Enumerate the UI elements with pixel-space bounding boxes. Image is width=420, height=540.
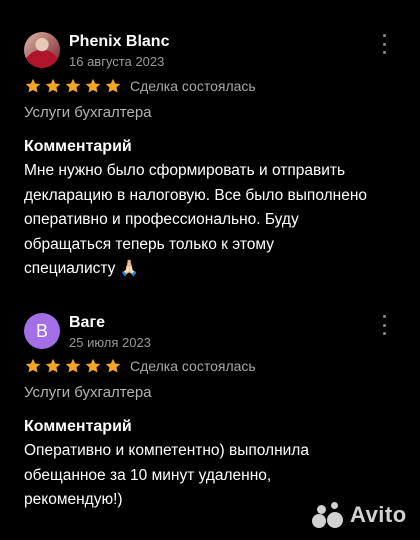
deal-status: Сделка состоялась	[130, 78, 256, 94]
avatar[interactable]	[24, 32, 60, 68]
comment-line: обращаться теперь только к этому	[24, 235, 274, 253]
star-icon	[65, 78, 81, 93]
more-vertical-icon[interactable]	[378, 34, 390, 54]
review-date: 25 июля 2023	[69, 335, 151, 350]
author-name[interactable]: Phenix Blanc	[69, 33, 169, 51]
service-name: Услуги бухгалтера	[24, 384, 152, 401]
review-header: В Ваге 25 июля 2023	[0, 313, 420, 350]
star-icon	[45, 358, 61, 373]
star-icon	[105, 78, 121, 93]
comment-line: Оперативно и компетентно) выполнила	[24, 442, 309, 459]
avito-watermark: Avito	[312, 500, 407, 530]
author-name[interactable]: Ваге	[69, 314, 105, 332]
star-icon	[25, 358, 41, 373]
deal-status: Сделка состоялась	[130, 358, 256, 374]
comment-line: декларацию в налоговую. Все было выполне…	[24, 186, 367, 204]
watermark-text: Avito	[350, 502, 407, 527]
review-header: Phenix Blanc 16 августа 2023	[0, 32, 420, 69]
comment-title: Комментарий	[24, 418, 132, 435]
comment-title: Комментарий	[24, 138, 132, 155]
star-icon	[65, 358, 81, 373]
service-name: Услуги бухгалтера	[24, 104, 152, 121]
star-icon	[85, 78, 101, 93]
review-card: Phenix Blanc 16 августа 2023 Сделка сост…	[0, 32, 420, 277]
star-icon	[85, 358, 101, 373]
comment-line: оперативно и профессионально. Буду	[24, 211, 299, 228]
comment-text: Мне нужно было сформировать и отправить …	[24, 159, 369, 282]
comment-line: обещанное за 10 минут удаленно,	[24, 466, 272, 484]
review-card: В Ваге 25 июля 2023 Сделка состоялась Ус…	[0, 313, 420, 508]
more-vertical-icon[interactable]	[378, 315, 390, 335]
star-rating	[24, 77, 122, 95]
comment-line: Мне нужно было сформировать и отправить	[24, 162, 346, 179]
comment-line: специалисту 🙏🏻	[24, 260, 140, 277]
star-icon	[45, 78, 61, 93]
star-icon	[25, 78, 41, 93]
avito-logo-icon	[312, 502, 344, 528]
star-icon	[105, 358, 121, 373]
rating-row: Сделка состоялась	[24, 76, 256, 96]
star-rating	[24, 357, 122, 375]
avatar[interactable]: В	[24, 313, 60, 349]
avatar-photo	[24, 32, 60, 68]
review-date: 16 августа 2023	[69, 54, 165, 69]
rating-row: Сделка состоялась	[24, 356, 256, 376]
avatar-letter: В	[24, 313, 60, 349]
